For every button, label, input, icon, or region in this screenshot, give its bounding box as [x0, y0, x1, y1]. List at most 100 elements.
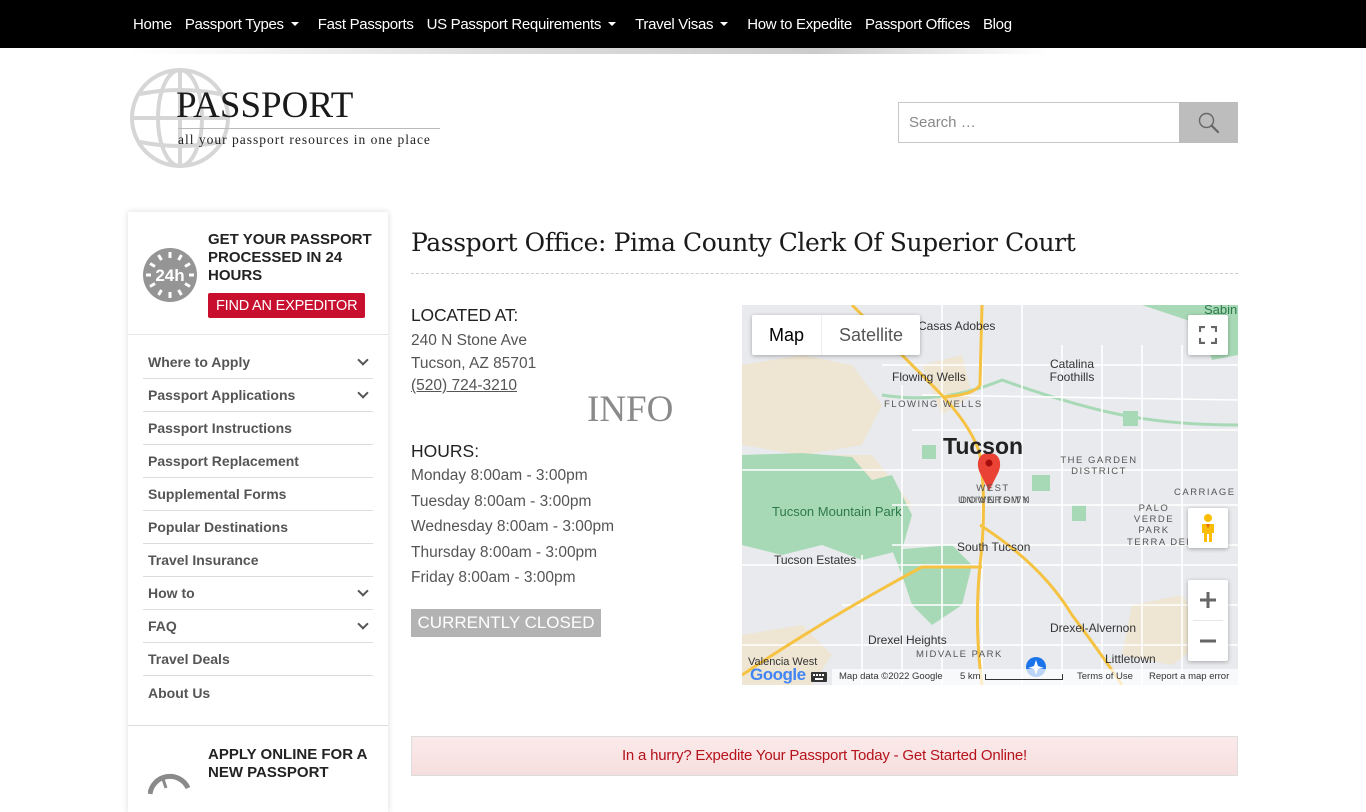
sidebar-item-travel-deals[interactable]: Travel Deals: [143, 643, 373, 676]
google-map[interactable]: Casas Adobes Catalina Foothills Flowing …: [742, 305, 1238, 685]
zoom-control: [1188, 580, 1228, 661]
promo2-headline: APPLY ONLINE FOR A NEW PASSPORT: [208, 746, 367, 781]
zoom-in-button[interactable]: [1188, 580, 1228, 620]
zoom-out-button[interactable]: [1188, 621, 1228, 661]
promo-headline: GET YOUR PASSPORT PROCESSED IN 24 HOURS: [208, 231, 372, 284]
nav-item-label: Home: [133, 15, 172, 33]
sidebar: 24h GET YOUR PASSPORT PROCESSED IN 24 HO…: [128, 212, 388, 812]
map-label: PALO VERDE PARK: [1133, 503, 1175, 536]
nav-item-us-passport-requirements[interactable]: US Passport Requirements: [427, 16, 623, 33]
search-input[interactable]: [898, 102, 1179, 143]
keyboard-icon[interactable]: [811, 672, 827, 682]
map-type-map-button[interactable]: Map: [752, 315, 821, 355]
map-attribution: Map data ©2022 Google: [839, 671, 943, 682]
map-label: CARRIAGE PA: [1174, 487, 1238, 498]
map-type-control: Map Satellite: [752, 315, 921, 355]
phone-link[interactable]: (520) 724-3210: [411, 375, 517, 398]
sidebar-menu: Where to Apply Passport Applications Passp…: [143, 346, 373, 709]
sidebar-item-travel-insurance[interactable]: Travel Insurance: [143, 544, 373, 577]
nav-item-passport-types[interactable]: Passport Types: [185, 16, 305, 33]
terms-of-use-link[interactable]: Terms of Use: [1077, 671, 1133, 682]
fullscreen-icon: [1199, 326, 1217, 344]
sidebar-item-label: Passport Instructions: [148, 420, 292, 436]
nav-item-how-to-expedite[interactable]: How to Expedite: [747, 16, 852, 33]
nav-item-travel-visas[interactable]: Travel Visas: [635, 16, 734, 33]
sidebar-item-label: Travel Insurance: [148, 552, 259, 568]
map-label: Littletown: [1105, 652, 1156, 666]
logo-tagline: all your passport resources in one place: [178, 132, 431, 147]
sidebar-item-popular-destinations[interactable]: Popular Destinations: [143, 511, 373, 544]
sidebar-item-faq[interactable]: FAQ: [143, 610, 373, 643]
page-title: Passport Office: Pima County Clerk Of Su…: [411, 228, 1076, 257]
site-logo[interactable]: PASSPORT INFO all your passport resources…: [128, 66, 674, 430]
map-scale-label: 5 km: [960, 671, 981, 682]
expedite-banner[interactable]: In a hurry? Expedite Your Passport Today…: [411, 736, 1238, 776]
hours-row: Friday 8:00am - 3:00pm: [411, 569, 576, 586]
map-label: Catalina Foothills: [1049, 357, 1095, 384]
map-label: Tucson Estates: [774, 553, 857, 567]
chevron-down-icon[interactable]: [357, 618, 369, 630]
nav-item-fast-passports[interactable]: Fast Passports: [318, 16, 414, 33]
plus-icon: [1200, 592, 1216, 608]
report-map-error-link[interactable]: Report a map error: [1149, 671, 1229, 682]
fullscreen-button[interactable]: [1188, 315, 1228, 355]
top-navigation: Home Passport Types Fast Passports US Passp…: [0, 0, 1366, 48]
nav-item-home[interactable]: Home: [133, 16, 172, 33]
located-label: LOCATED AT:: [411, 305, 519, 325]
24h-clock-icon: 24h: [143, 248, 197, 302]
map-scale-bar: [985, 674, 1063, 680]
nav-item-label: How to Expedite: [747, 15, 852, 33]
sidebar-item-about-us[interactable]: About Us: [143, 676, 373, 709]
sidebar-item-where-to-apply[interactable]: Where to Apply: [143, 346, 373, 379]
map-label: FLOWING WELLS: [884, 399, 983, 410]
find-expeditor-button[interactable]: FIND AN EXPEDITOR: [208, 293, 366, 318]
nav-menu: Home Passport Types Fast Passports US Passp…: [133, 0, 1025, 48]
hours-section: HOURS: Monday 8:00am - 3:00pm Tuesday 8:0…: [411, 440, 614, 591]
chevron-down-icon[interactable]: [357, 354, 369, 366]
sidebar-item-passport-applications[interactable]: Passport Applications: [143, 379, 373, 412]
hours-row: Tuesday 8:00am - 3:00pm: [411, 492, 592, 510]
sidebar-item-label: FAQ: [148, 618, 177, 634]
pegman-icon: [1202, 514, 1214, 542]
sidebar-item-label: How to: [148, 585, 195, 601]
nav-item-passport-offices[interactable]: Passport Offices: [865, 16, 970, 33]
hours-list: Monday 8:00am - 3:00pm Tuesday 8:00am - 3…: [411, 463, 614, 591]
map-label: TERRA DEL: [1127, 537, 1194, 548]
expeditor-promo: 24h GET YOUR PASSPORT PROCESSED IN 24 HO…: [128, 212, 388, 334]
sidebar-item-label: Where to Apply: [148, 354, 251, 370]
sidebar-item-supplemental-forms[interactable]: Supplemental Forms: [143, 478, 373, 511]
status-badge: CURRENTLY CLOSED: [411, 609, 601, 637]
sidebar-item-passport-replacement[interactable]: Passport Replacement: [143, 445, 373, 478]
globe-icon: [148, 773, 190, 795]
caret-down-icon: [290, 22, 299, 26]
map-label: MIDVALE PARK: [916, 649, 1003, 660]
map-label: DOWNTOWN: [960, 495, 1031, 506]
google-logo: Google: [750, 665, 806, 684]
24h-badge-text: 24h: [155, 266, 184, 285]
map-label: South Tucson: [957, 540, 1031, 554]
hours-row: Thursday 8:00am - 3:00pm: [411, 543, 598, 561]
hours-row: Wednesday 8:00am - 3:00pm: [411, 518, 615, 535]
street-view-pegman[interactable]: [1188, 508, 1228, 548]
caret-down-icon: [608, 22, 617, 26]
nav-item-label: Blog: [982, 15, 1012, 33]
nav-item-label: Passport Offices: [864, 15, 970, 33]
sidebar-item-label: Popular Destinations: [148, 519, 289, 535]
magnifier-icon: [1198, 112, 1219, 133]
search-button[interactable]: [1179, 102, 1238, 143]
nav-item-blog[interactable]: Blog: [983, 16, 1012, 33]
address-line1: 240 N Stone Ave: [411, 332, 528, 349]
sidebar-item-label: Supplemental Forms: [148, 486, 287, 502]
sidebar-item-passport-instructions[interactable]: Passport Instructions: [143, 412, 373, 445]
nav-item-label: Fast Passports: [317, 15, 414, 33]
banner-text: In a hurry? Expedite Your Passport Today…: [621, 747, 1028, 764]
apply-online-promo: APPLY ONLINE FOR A NEW PASSPORT: [128, 726, 388, 795]
chevron-down-icon[interactable]: [357, 585, 369, 597]
sidebar-item-label: Travel Deals: [148, 651, 230, 667]
logo-text: PASSPORT INFO: [176, 85, 674, 430]
sidebar-item-how-to[interactable]: How to: [143, 577, 373, 610]
map-type-satellite-button[interactable]: Satellite: [821, 315, 920, 355]
chevron-down-icon[interactable]: [357, 387, 369, 399]
map-label: Casas Adobes: [918, 319, 996, 333]
nav-item-label: Travel Visas: [635, 15, 714, 33]
